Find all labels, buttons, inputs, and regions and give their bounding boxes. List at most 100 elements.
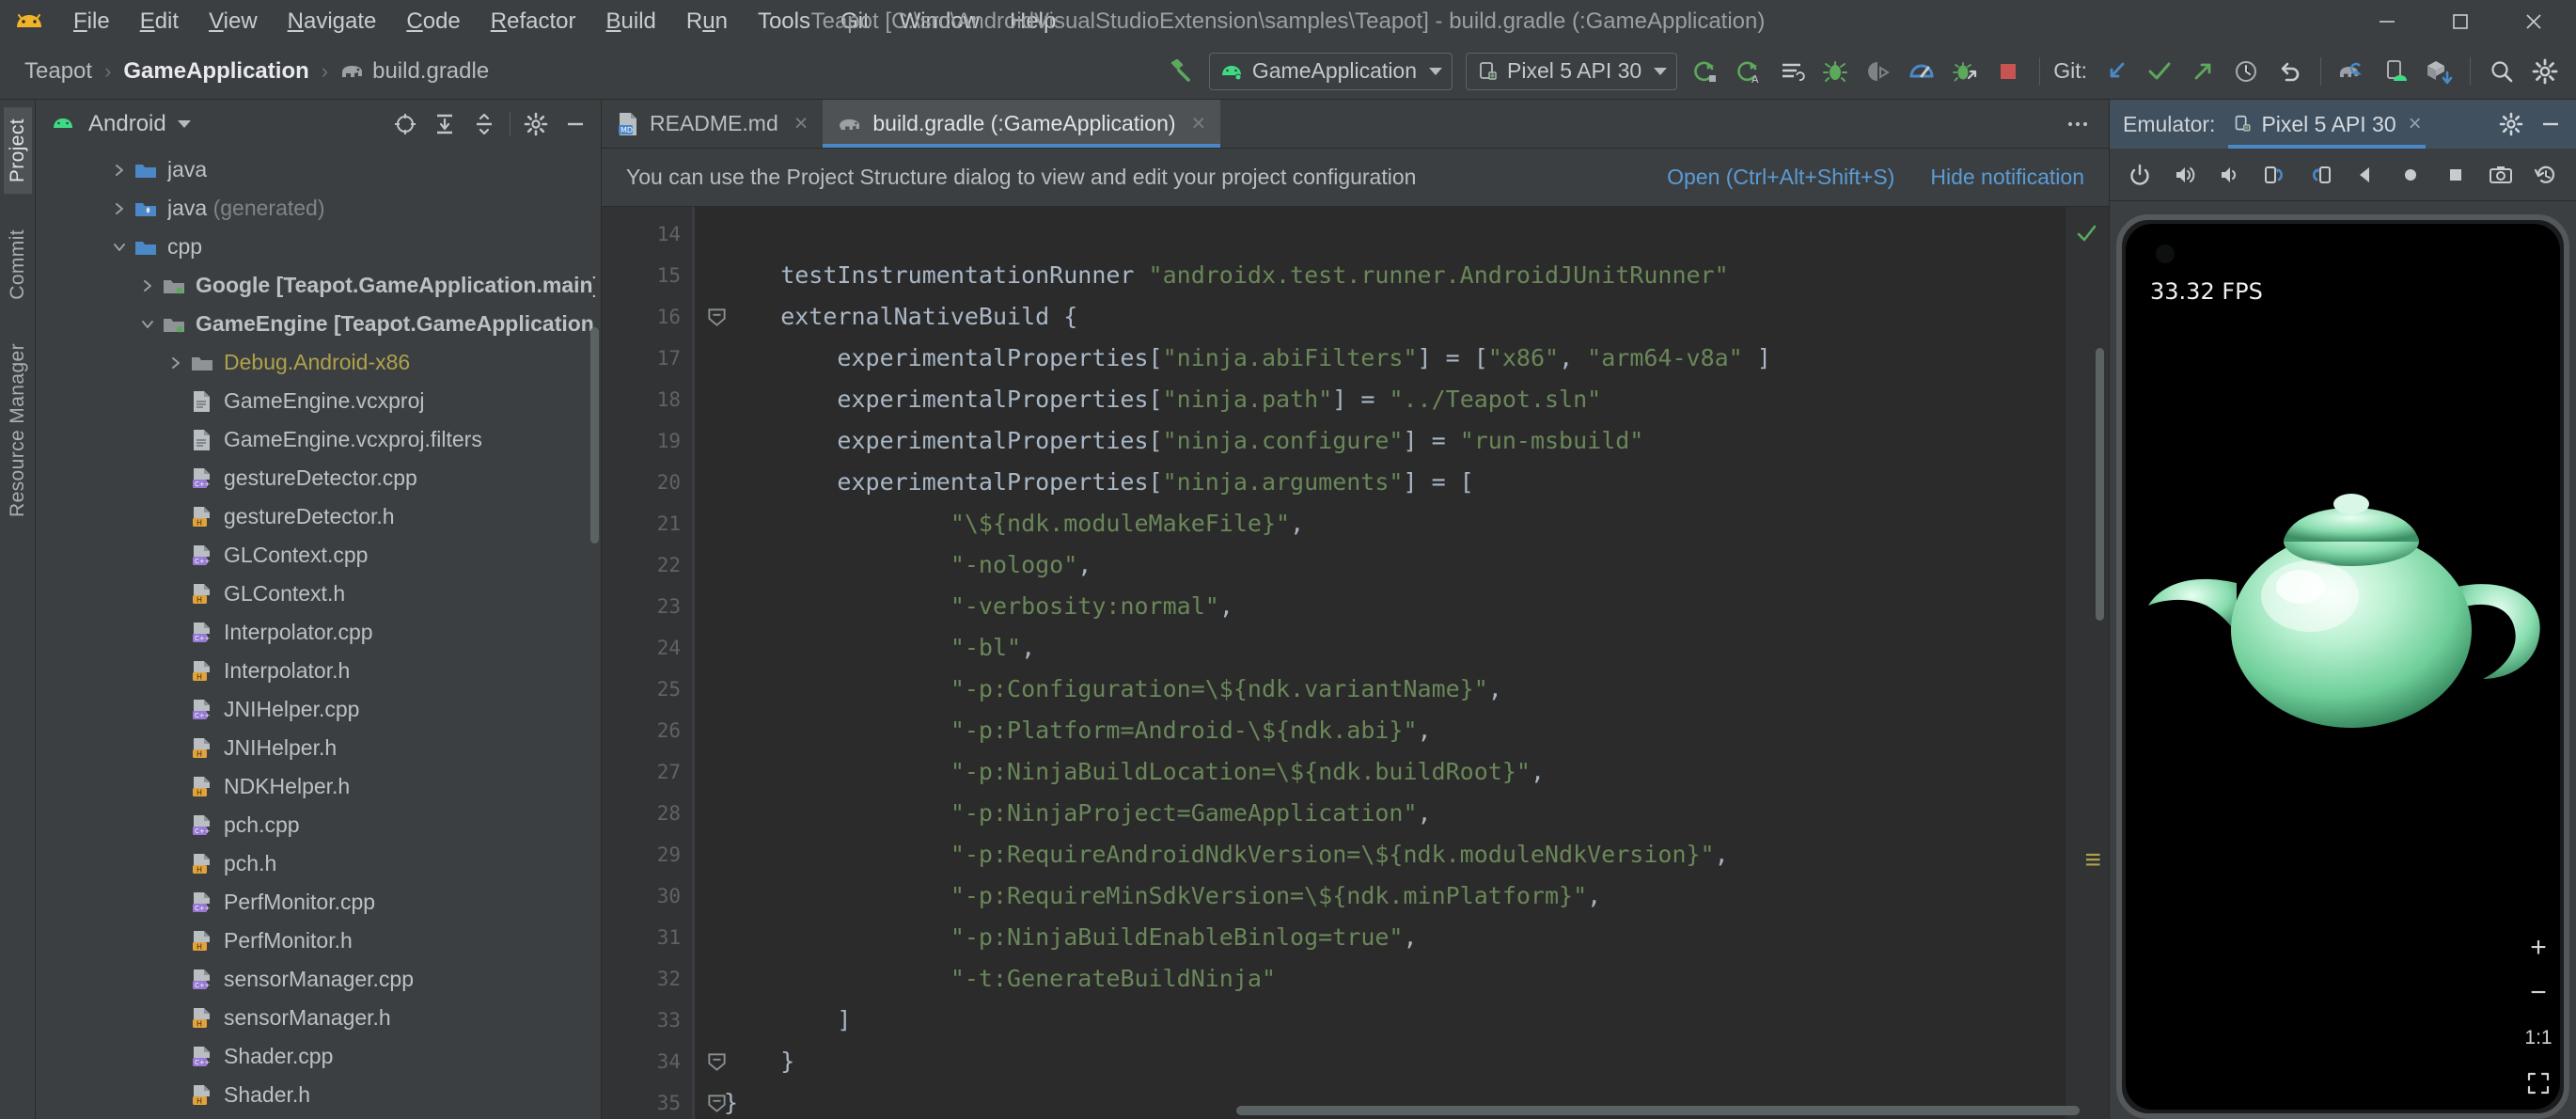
editor-marker-bar[interactable]: ≡	[2066, 207, 2109, 1119]
project-scrollbar[interactable]	[590, 327, 599, 544]
menu-item-refactor[interactable]: Refactor	[476, 5, 591, 39]
tree-node[interactable]: HgestureDetector.h	[36, 497, 601, 536]
tree-node[interactable]: Google [Teapot.GameApplication.main]	[36, 266, 601, 305]
hide-emulator-panel-icon[interactable]	[2531, 104, 2570, 144]
menu-item-build[interactable]: Build	[591, 5, 671, 39]
close-tab-icon[interactable]: ×	[794, 110, 809, 137]
rail-tab-commit[interactable]: Commit	[4, 218, 32, 311]
emulator-settings-gear-icon[interactable]	[2491, 104, 2531, 144]
editor-options-icon[interactable]	[2056, 102, 2099, 146]
code-line[interactable]: "-verbosity:normal",	[692, 586, 2066, 627]
close-tab-icon[interactable]: ×	[1192, 110, 1206, 137]
git-history-button[interactable]	[2224, 50, 2268, 93]
breadcrumb-item-file[interactable]: build.gradle	[369, 58, 493, 85]
close-button[interactable]	[2497, 0, 2570, 43]
collapse-all-icon[interactable]	[464, 104, 504, 144]
tree-node[interactable]: GameEngine [Teapot.GameApplication.m	[36, 305, 601, 343]
editor-tab-build-gradle[interactable]: build.gradle (:GameApplication) ×	[823, 100, 1221, 148]
settings-gear-button[interactable]	[2523, 50, 2567, 93]
menu-item-navigate[interactable]: Navigate	[273, 5, 392, 39]
tree-node[interactable]: H JNIHelper.h	[36, 729, 601, 767]
tree-node[interactable]: C++ JNIHelper.cpp	[36, 690, 601, 729]
code-line[interactable]: "-p:NinjaBuildLocation=\${ndk.buildRoot}…	[692, 751, 2066, 793]
menu-item-git[interactable]: Git	[825, 5, 885, 39]
attach-debugger-button[interactable]	[1857, 50, 1900, 93]
tree-node[interactable]: cpp	[36, 228, 601, 266]
device-selector[interactable]: Pixel 5 API 30	[1466, 52, 1678, 90]
editor-horizontal-scrollbar[interactable]	[692, 1106, 2080, 1115]
avd-manager-button[interactable]	[2374, 50, 2417, 93]
tree-node[interactable]: H Shader.h	[36, 1076, 601, 1114]
code-line[interactable]: experimentalProperties["ninja.arguments"…	[692, 462, 2066, 503]
zoom-out-button[interactable]: −	[2516, 970, 2561, 1016]
chevron-down-icon[interactable]	[177, 120, 191, 128]
expand-all-icon[interactable]	[425, 104, 464, 144]
code-line[interactable]: experimentalProperties["ninja.path"] = "…	[692, 379, 2066, 420]
power-icon[interactable]	[2121, 156, 2159, 194]
code-line[interactable]: "-nologo",	[692, 544, 2066, 586]
menu-item-view[interactable]: View	[194, 5, 273, 39]
tree-node[interactable]: GameEngine.vcxproj	[36, 382, 601, 420]
notification-open-link[interactable]: Open (Ctrl+Alt+Shift+S)	[1667, 165, 1894, 190]
apply-changes-button[interactable]	[1770, 50, 1814, 93]
gradle-sync-button[interactable]	[2331, 50, 2374, 93]
code-line[interactable]: "-p:RequireMinSdkVersion=\${ndk.minPlatf…	[692, 875, 2066, 917]
breadcrumb-item-project[interactable]: Teapot	[21, 58, 96, 85]
tree-node[interactable]: C++ pch.cpp	[36, 806, 601, 844]
chevron-right-icon[interactable]	[164, 356, 188, 370]
menu-item-file[interactable]: File	[58, 5, 125, 39]
hide-panel-icon[interactable]	[556, 104, 595, 144]
tree-node[interactable]: java (generated)	[36, 189, 601, 228]
menu-item-run[interactable]: Run	[671, 5, 743, 39]
code-line[interactable]: }	[692, 1041, 2066, 1082]
rail-tab-project[interactable]: Project	[3, 107, 32, 195]
tree-node[interactable]: Debug.Android-x86	[36, 343, 601, 382]
close-emulator-tab-icon[interactable]: ×	[2409, 111, 2422, 137]
tree-node[interactable]: H PerfMonitor.h	[36, 922, 601, 960]
code-line[interactable]: "-p:Platform=Android-\${ndk.abi}",	[692, 710, 2066, 751]
zoom-actual-size-button[interactable]: 1:1	[2516, 1016, 2561, 1061]
minimize-button[interactable]	[2350, 0, 2424, 43]
tree-node[interactable]: C++ Interpolator.cpp	[36, 613, 601, 652]
tree-node[interactable]: HsensorManager.h	[36, 999, 601, 1037]
code-line[interactable]: testInstrumentationRunner "androidx.test…	[692, 255, 2066, 296]
code-content[interactable]: testInstrumentationRunner "androidx.test…	[692, 207, 2066, 1119]
project-settings-gear-icon[interactable]	[516, 104, 556, 144]
zoom-in-button[interactable]: +	[2516, 925, 2561, 970]
code-line[interactable]: experimentalProperties["ninja.abiFilters…	[692, 338, 2066, 379]
tree-node[interactable]: H GLContext.h	[36, 575, 601, 613]
notification-hide-link[interactable]: Hide notification	[1930, 165, 2084, 190]
editor-vertical-scrollbar[interactable]	[2096, 348, 2104, 621]
git-update-project-button[interactable]	[2095, 50, 2138, 93]
editor-tab-readme[interactable]: MD README.md ×	[602, 100, 823, 148]
tree-node[interactable]: H NDKHelper.h	[36, 767, 601, 806]
screenshot-icon[interactable]	[2482, 156, 2520, 194]
rotate-left-icon[interactable]	[2256, 156, 2294, 194]
tree-node[interactable]: C++ sensorManager.cpp	[36, 960, 601, 999]
menu-item-help[interactable]: Help	[995, 5, 1071, 39]
project-file-tree[interactable]: java java (generated) cpp Google [Teapot.Ga…	[36, 149, 601, 1119]
debug-button[interactable]	[1814, 50, 1857, 93]
chevron-right-icon[interactable]	[107, 164, 132, 177]
tree-node[interactable]: C++ Shader.cpp	[36, 1037, 601, 1076]
emulator-screen-area[interactable]: 33.32 FPS + − 1:1	[2110, 201, 2576, 1119]
menu-item-code[interactable]: Code	[391, 5, 475, 39]
chevron-down-icon[interactable]	[135, 318, 160, 331]
make-project-button[interactable]	[1159, 50, 1202, 93]
select-opened-file-icon[interactable]	[385, 104, 425, 144]
attach-to-process-button[interactable]	[1943, 50, 1987, 93]
tree-node[interactable]: C++TapCamera.cpp	[36, 1114, 601, 1119]
stop-button[interactable]	[1987, 50, 2030, 93]
tree-node[interactable]: java	[36, 150, 601, 189]
run-with-coverage-button[interactable]: A	[1727, 50, 1770, 93]
restore-icon[interactable]	[2527, 156, 2565, 194]
code-line[interactable]: "-p:RequireAndroidNdkVersion=\${ndk.modu…	[692, 834, 2066, 875]
sdk-manager-button[interactable]	[2417, 50, 2460, 93]
home-icon[interactable]	[2392, 156, 2429, 194]
menu-item-tools[interactable]: Tools	[743, 5, 825, 39]
back-icon[interactable]	[2347, 156, 2384, 194]
code-line[interactable]: "-t:GenerateBuildNinja"	[692, 958, 2066, 1000]
emulator-screen[interactable]: 33.32 FPS	[2126, 224, 2560, 1110]
rail-tab-resource-manager[interactable]: Resource Manager	[4, 332, 32, 528]
emulator-device-tab[interactable]: Pixel 5 API 30 ×	[2223, 100, 2430, 149]
